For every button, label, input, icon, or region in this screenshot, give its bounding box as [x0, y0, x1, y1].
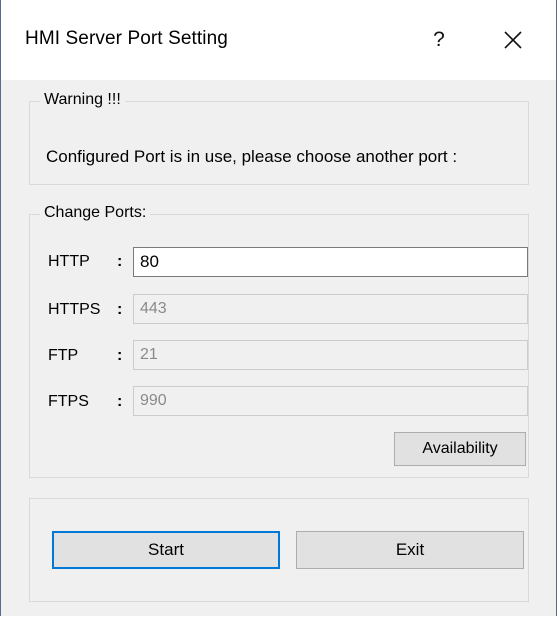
help-button[interactable]: ?	[421, 22, 457, 58]
close-icon	[504, 31, 522, 49]
http-port-input[interactable]	[133, 247, 528, 277]
start-button[interactable]: Start	[52, 531, 280, 569]
ftps-port-input[interactable]	[133, 386, 528, 416]
ftp-label: FTP	[48, 347, 79, 364]
http-colon: :	[117, 253, 123, 270]
port-setting-dialog: HMI Server Port Setting ? Warning !!! Co…	[0, 0, 557, 616]
warning-group: Warning !!! Configured Port is in use, p…	[29, 91, 529, 185]
change-ports-group: Change Ports: HTTP : HTTPS : FTP : FTPS …	[29, 204, 529, 478]
ftp-colon: :	[117, 347, 123, 364]
ftps-colon: :	[117, 393, 123, 410]
dialog-title: HMI Server Port Setting	[25, 28, 228, 49]
close-button[interactable]	[493, 22, 533, 58]
help-icon: ?	[433, 28, 445, 51]
warning-group-label: Warning !!!	[40, 91, 125, 109]
exit-button[interactable]: Exit	[296, 531, 524, 569]
http-label: HTTP	[48, 253, 90, 270]
ftps-label: FTPS	[48, 393, 89, 410]
https-label: HTTPS	[48, 301, 101, 318]
ftp-port-input[interactable]	[133, 340, 528, 370]
warning-message: Configured Port is in use, please choose…	[46, 147, 458, 166]
actions-group: Start Exit	[29, 498, 529, 602]
change-ports-label: Change Ports:	[40, 204, 151, 222]
title-bar: HMI Server Port Setting ?	[1, 0, 556, 80]
availability-button[interactable]: Availability	[394, 432, 526, 466]
https-colon: :	[117, 301, 123, 318]
https-port-input[interactable]	[133, 294, 528, 324]
